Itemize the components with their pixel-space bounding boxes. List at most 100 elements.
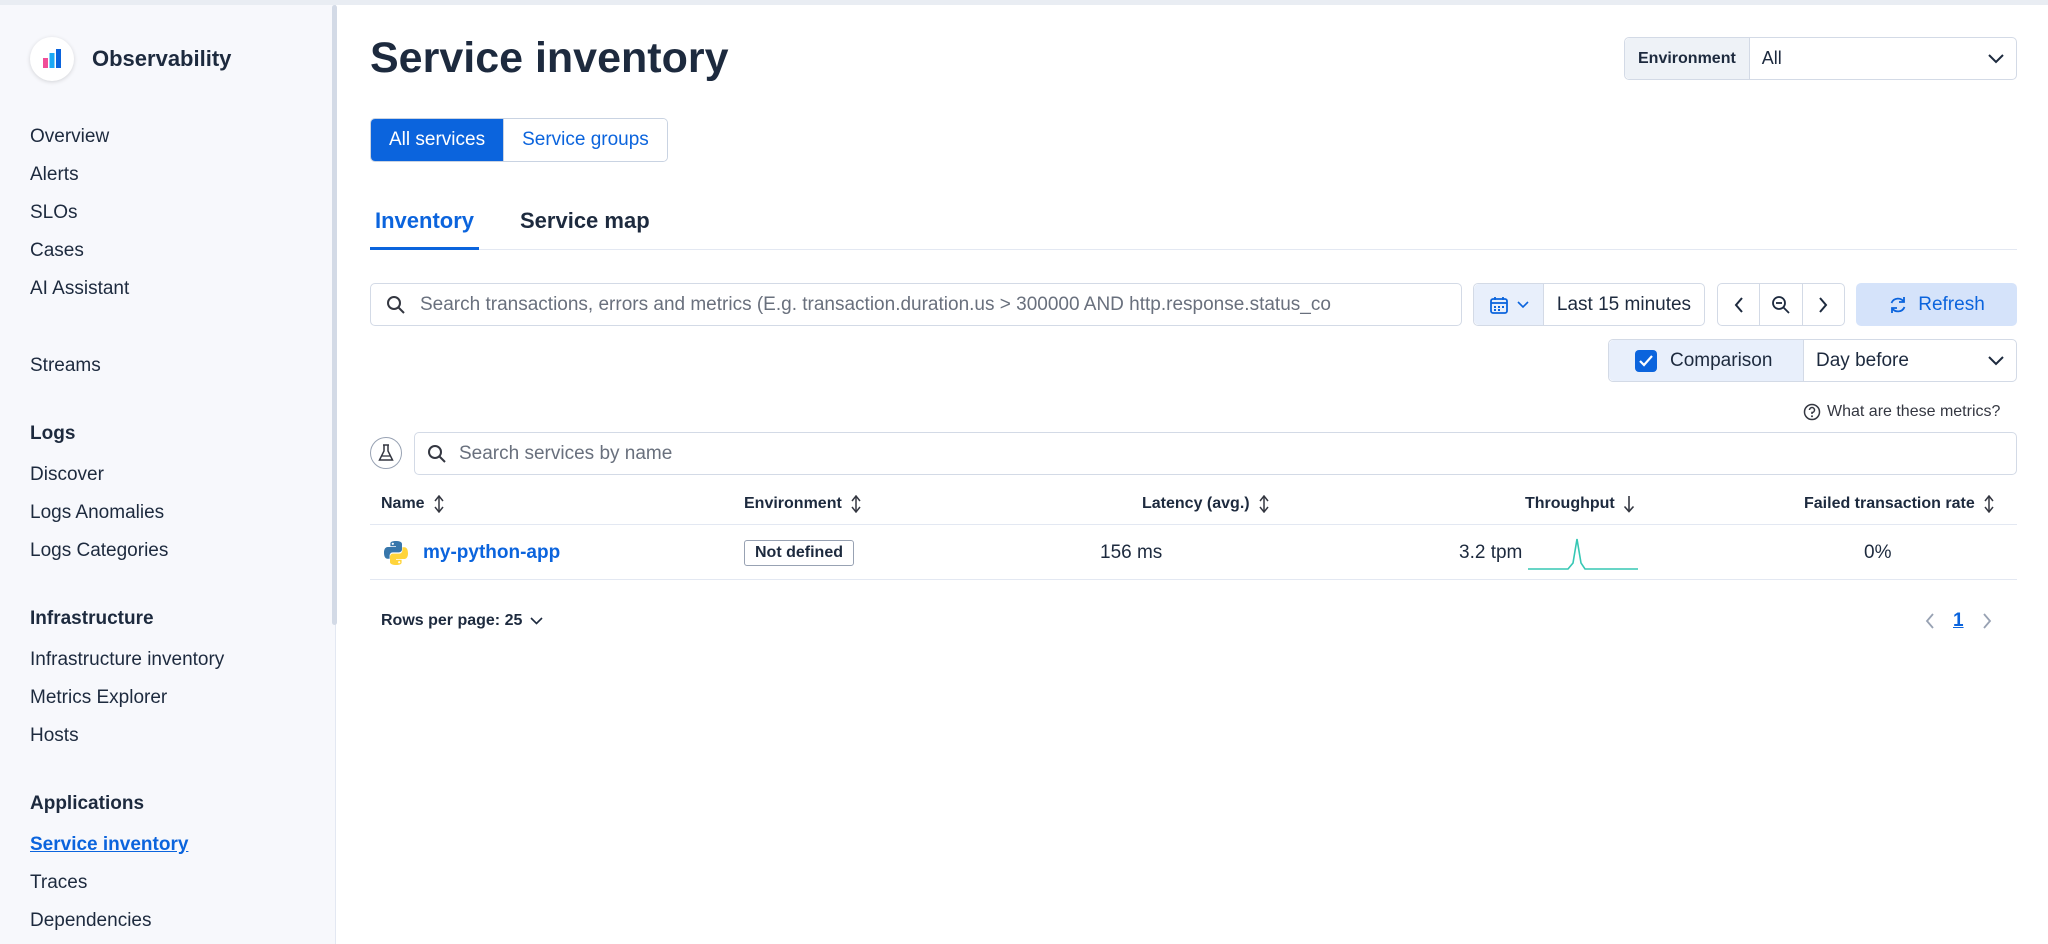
date-picker[interactable]: Last 15 minutes [1473, 283, 1705, 326]
chevron-right-icon[interactable] [1982, 613, 1992, 629]
search-icon [428, 444, 446, 463]
column-header-throughput-label: Throughput [1525, 495, 1615, 512]
column-header-throughput[interactable]: Throughput [1525, 484, 1635, 524]
date-range-text[interactable]: Last 15 minutes [1544, 284, 1704, 325]
sidebar-item-service-inventory[interactable]: Service inventory [30, 834, 188, 856]
service-view-toggle: All services Service groups [370, 118, 668, 162]
service-groups-button[interactable]: Service groups [503, 119, 667, 161]
sidebar-item-infrastructure-inventory[interactable]: Infrastructure inventory [30, 649, 224, 671]
sidebar-scrollbar[interactable] [332, 5, 337, 625]
page-title: Service inventory [370, 34, 729, 82]
table-row: my-python-app Not defined 156 ms 3.2 tpm… [370, 524, 2017, 580]
environment-selected-value: All [1761, 48, 1782, 68]
service-search-placeholder: Search services by name [459, 442, 673, 464]
sidebar-item-dependencies[interactable]: Dependencies [30, 910, 151, 932]
sidebar-item-alerts[interactable]: Alerts [30, 164, 79, 186]
service-name-cell: my-python-app [383, 525, 560, 581]
sidebar-item-traces[interactable]: Traces [30, 872, 87, 894]
chevron-left-icon[interactable] [1925, 613, 1935, 629]
environment-value[interactable]: All [1750, 38, 2016, 79]
chevron-left-icon [1734, 296, 1743, 313]
chevron-right-icon [1819, 296, 1828, 313]
tab-service-map[interactable]: Service map [515, 208, 655, 250]
chevron-down-icon [1988, 355, 2004, 365]
refresh-icon [1890, 296, 1906, 313]
column-header-name[interactable]: Name [381, 484, 445, 524]
sidebar-item-streams[interactable]: Streams [30, 355, 101, 377]
all-services-button[interactable]: All services [371, 119, 504, 161]
pagination: 1 [1925, 610, 1992, 632]
beta-flask-button[interactable] [370, 437, 402, 469]
quick-select-button[interactable] [1474, 284, 1544, 325]
column-header-environment[interactable]: Environment [744, 484, 862, 524]
metrics-help-link[interactable]: What are these metrics? [1803, 403, 2000, 421]
python-icon [384, 541, 408, 565]
sort-icon [1984, 495, 1994, 513]
comparison-value: Day before [1816, 349, 1909, 371]
latency-cell: 156 ms [1100, 542, 1163, 563]
check-icon [1639, 354, 1653, 367]
tabs: Inventory Service map [370, 200, 2017, 250]
query-placeholder: Search transactions, errors and metrics … [420, 293, 1331, 315]
sidebar-item-logs-anomalies[interactable]: Logs Anomalies [30, 502, 164, 524]
zoom-out-button[interactable] [1759, 284, 1801, 325]
sidebar-item-discover[interactable]: Discover [30, 464, 104, 486]
sidebar-item-ai-assistant[interactable]: AI Assistant [30, 278, 129, 300]
environment-badge: Not defined [744, 540, 854, 566]
comparison-control: Comparison Day before [1608, 339, 2017, 382]
column-header-name-label: Name [381, 495, 425, 512]
service-search-input[interactable]: Search services by name [414, 432, 2017, 475]
brand[interactable]: Observability [30, 37, 231, 81]
brand-title: Observability [92, 46, 232, 71]
throughput-sparkline [1528, 538, 1639, 570]
sort-icon [433, 495, 444, 513]
column-header-latency-label: Latency (avg.) [1142, 495, 1250, 512]
sidebar-item-slos[interactable]: SLOs [30, 202, 78, 224]
rows-per-page-button[interactable]: Rows per page: 25 [381, 612, 543, 630]
throughput-value: 3.2 tpm [1459, 542, 1523, 563]
environment-cell: Not defined [744, 525, 854, 581]
query-search-input[interactable]: Search transactions, errors and metrics … [370, 283, 1462, 326]
sort-icon [1259, 495, 1269, 513]
environment-select[interactable]: Environment All [1624, 37, 2017, 80]
sidebar-item-metrics-explorer[interactable]: Metrics Explorer [30, 687, 167, 709]
sidebar-item-logs-categories[interactable]: Logs Categories [30, 540, 168, 562]
tab-inventory[interactable]: Inventory [370, 208, 480, 250]
column-header-failed-rate[interactable]: Failed transaction rate [1804, 484, 1995, 524]
column-header-failed-rate-label: Failed transaction rate [1804, 495, 1975, 512]
refresh-button[interactable]: Refresh [1856, 283, 2017, 326]
comparison-toggle[interactable]: Comparison [1609, 340, 1804, 381]
column-header-environment-label: Environment [744, 495, 842, 512]
search-icon [387, 295, 405, 314]
previous-time-button[interactable] [1718, 284, 1759, 325]
column-header-latency[interactable]: Latency (avg.) [1142, 484, 1270, 524]
time-nav-buttons [1717, 283, 1845, 326]
sidebar-item-cases[interactable]: Cases [30, 240, 84, 262]
chevron-down-icon [1516, 300, 1529, 308]
comparison-select[interactable]: Day before [1804, 340, 2016, 381]
sidebar-item-overview[interactable]: Overview [30, 126, 109, 148]
chevron-down-icon [1988, 53, 2004, 63]
page-number-button[interactable]: 1 [1953, 610, 1964, 632]
arrow-down-icon [1623, 496, 1634, 513]
zoom-out-icon [1772, 295, 1790, 314]
environment-label: Environment [1625, 38, 1750, 79]
question-icon [1803, 403, 1821, 421]
sidebar-heading-infrastructure: Infrastructure [30, 608, 154, 629]
sidebar-heading-logs: Logs [30, 423, 76, 444]
comparison-label: Comparison [1670, 349, 1773, 371]
sidebar-item-hosts[interactable]: Hosts [30, 725, 79, 747]
flask-icon [378, 444, 394, 461]
refresh-label: Refresh [1918, 293, 1985, 315]
sidebar-heading-applications: Applications [30, 793, 145, 814]
sort-icon [851, 495, 861, 513]
comparison-checkbox[interactable] [1635, 349, 1657, 372]
next-time-button[interactable] [1801, 284, 1844, 325]
rows-per-page-label: Rows per page: 25 [381, 612, 523, 629]
chevron-down-icon [530, 617, 543, 625]
throughput-cell: 3.2 tpm [1459, 525, 1639, 581]
failed-rate-cell: 0% [1864, 542, 1892, 563]
service-link[interactable]: my-python-app [423, 542, 560, 564]
sidebar: Observability Overview Alerts SLOs Cases… [0, 5, 336, 944]
observability-logo-icon [30, 37, 74, 81]
